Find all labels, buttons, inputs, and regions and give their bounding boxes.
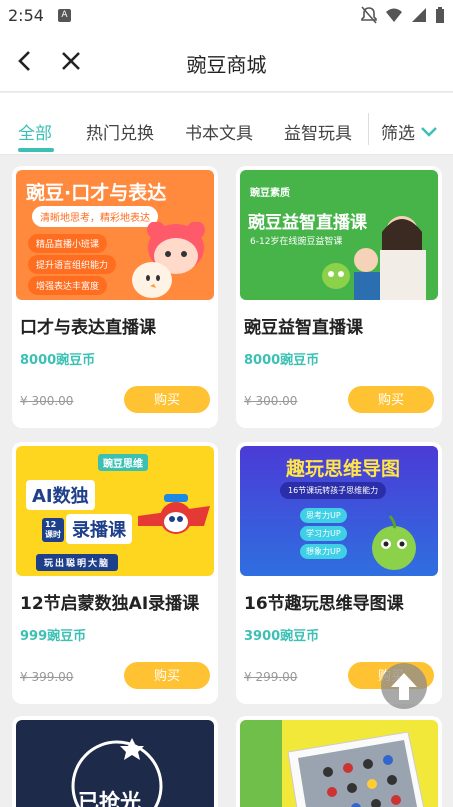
mascot-illustration: [132, 222, 205, 298]
tab-educational-toys[interactable]: 益智玩具: [284, 119, 352, 144]
tab-active-indicator: [18, 148, 54, 152]
arrow-up-icon: [391, 673, 417, 700]
banner-title-line1: AI数独: [26, 480, 95, 510]
tab-divider: [368, 113, 369, 145]
banner-badge: 12课时: [42, 518, 64, 542]
tab-books-stationery[interactable]: 书本文具: [185, 119, 253, 144]
banner-point: 提升语言组织能力: [28, 255, 117, 274]
product-name: 口才与表达直播课: [20, 318, 156, 338]
status-icons: [361, 6, 445, 24]
mute-icon: [361, 6, 377, 24]
banner-title-line2: 录播课: [66, 514, 132, 544]
buy-button[interactable]: 购买: [348, 386, 434, 413]
banner-point: 精品直播小班课: [28, 234, 108, 253]
banner-brand: 豌豆素质: [250, 188, 290, 199]
product-banner: 豌豆素质 豌豆益智直播课 6-12岁在线豌豆益智课: [240, 170, 438, 300]
banner-tag: 学习力UP: [300, 526, 347, 541]
banner-brand: 豌豆思维: [98, 454, 148, 471]
banner-title: 豌豆·口才与表达: [26, 182, 167, 204]
product-price: 999豌豆币: [20, 629, 87, 644]
filter-label: 筛选: [381, 124, 415, 144]
product-card[interactable]: [236, 716, 442, 807]
buy-button[interactable]: 购买: [124, 662, 210, 689]
product-banner: 已抢光: [16, 720, 214, 807]
banner-footer: 玩出聪明大脑: [36, 554, 119, 571]
product-price: 8000豌豆币: [20, 353, 96, 368]
category-tabs: 全部 热门兑换 书本文具 益智玩具 筛选: [0, 93, 453, 155]
banner-decoration: [240, 720, 282, 807]
page-title: 豌豆商城: [186, 53, 267, 77]
product-card[interactable]: 豌豆素质 豌豆益智直播课 6-12岁在线豌豆益智课 豌豆益智直播课 8000豌豆…: [236, 166, 442, 428]
plane-character-illustration: [138, 494, 210, 534]
product-original-price: ¥ 300.00: [244, 394, 298, 408]
back-to-top-button[interactable]: [381, 663, 427, 709]
product-banner: [240, 720, 438, 807]
banner-title: 趣玩思维导图: [286, 458, 401, 480]
product-banner: 豌豆·口才与表达 清晰地思考，精彩地表达 精品直播小班课 提升语言组织能力 增强…: [16, 170, 214, 300]
product-original-price: ¥ 399.00: [20, 670, 74, 684]
filter-button[interactable]: 筛选: [381, 119, 437, 144]
pea-mascot-illustration: [372, 515, 416, 570]
product-name: 16节趣玩思维导图课: [244, 594, 404, 614]
product-price: 3900豌豆币: [244, 629, 320, 644]
wifi-icon: [386, 8, 402, 22]
product-name: 豌豆益智直播课: [244, 318, 363, 338]
product-card[interactable]: 豌豆·口才与表达 清晰地思考，精彩地表达 精品直播小班课 提升语言组织能力 增强…: [12, 166, 218, 428]
banner-tag: 想象力UP: [300, 544, 347, 559]
banner-subtitle: 16节课玩转孩子思维能力: [280, 482, 387, 499]
product-original-price: ¥ 299.00: [244, 670, 298, 684]
product-card[interactable]: 已抢光: [12, 716, 218, 807]
product-card[interactable]: 豌豆思维 AI数独 录播课 12课时 玩出聪明大脑 12节启蒙数独AI录播课 9…: [12, 442, 218, 704]
title-bar: 豌豆商城: [0, 32, 453, 92]
puzzle-box-illustration: [287, 732, 425, 807]
product-original-price: ¥ 300.00: [20, 394, 74, 408]
tab-all[interactable]: 全部: [18, 119, 52, 144]
chevron-down-icon: [421, 126, 437, 137]
teacher-student-illustration: [322, 216, 426, 300]
banner-tag: 思考力UP: [300, 508, 347, 523]
buy-button[interactable]: 购买: [124, 386, 210, 413]
notification-a-icon: A: [58, 9, 71, 22]
tab-hot-exchange[interactable]: 热门兑换: [86, 119, 154, 144]
status-bar: 2:54 A: [0, 0, 453, 32]
signal-icon: [412, 8, 426, 22]
product-price: 8000豌豆币: [244, 353, 320, 368]
battery-icon: [436, 6, 444, 23]
banner-point: 增强表达丰富度: [28, 276, 108, 295]
product-banner: 趣玩思维导图 16节课玩转孩子思维能力 思考力UP 学习力UP 想象力UP: [240, 446, 438, 576]
sold-out-label: 已抢光: [78, 790, 141, 807]
product-name: 12节启蒙数独AI录播课: [20, 594, 200, 614]
status-time: 2:54: [8, 6, 44, 25]
product-banner: 豌豆思维 AI数独 录播课 12课时 玩出聪明大脑: [16, 446, 214, 576]
